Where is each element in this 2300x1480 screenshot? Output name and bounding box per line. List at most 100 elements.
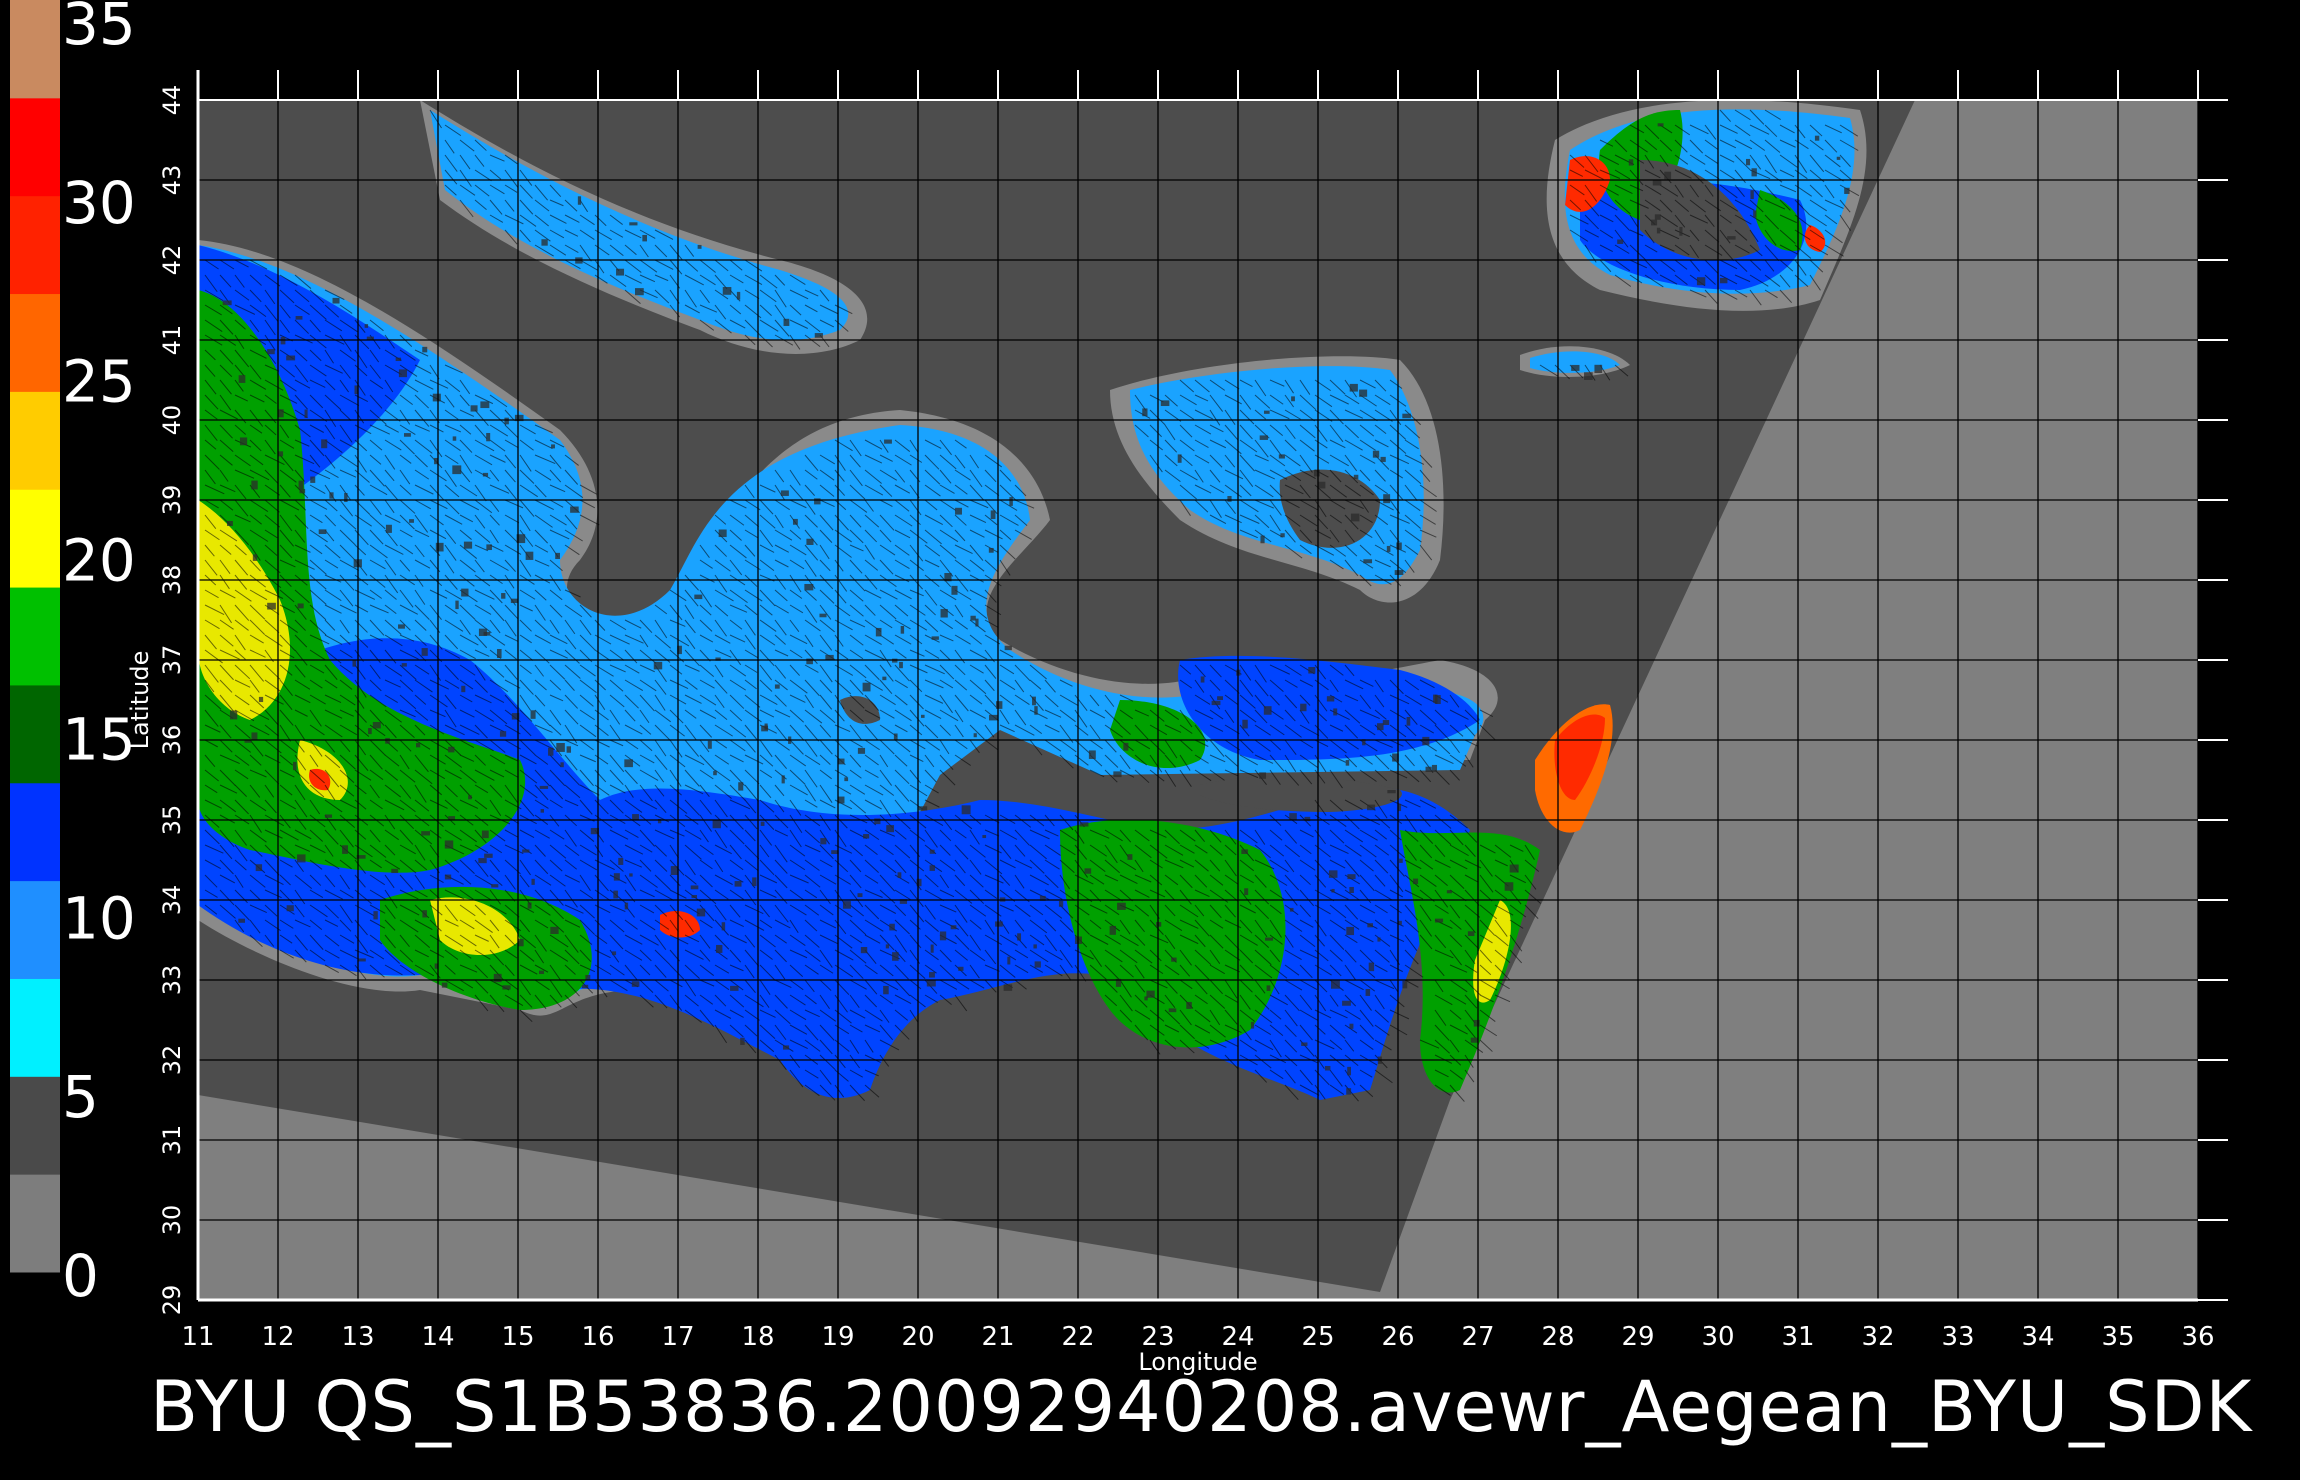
flagged-pixel [366, 336, 374, 340]
flagged-pixel [760, 821, 765, 826]
flagged-pixel [624, 902, 629, 910]
flagged-pixel [1434, 918, 1444, 923]
flagged-pixel [461, 588, 469, 597]
flagged-pixel [1368, 962, 1375, 972]
flagged-pixel [468, 795, 472, 800]
flagged-pixel [1363, 559, 1373, 564]
flagged-pixel [1751, 168, 1757, 177]
flagged-pixel [541, 239, 548, 246]
flagged-pixel [1504, 882, 1514, 891]
flagged-pixel [1413, 878, 1419, 885]
flagged-pixel [1727, 236, 1736, 240]
flagged-pixel [455, 600, 459, 610]
longitude-tick-label: 21 [981, 1322, 1014, 1352]
flagged-pixel [642, 234, 648, 242]
flagged-pixel [1346, 1088, 1352, 1095]
flagged-pixel [344, 493, 348, 503]
flagged-pixel [690, 885, 699, 890]
flagged-pixel [432, 393, 441, 402]
flagged-pixel [792, 518, 798, 525]
flagged-pixel [1345, 760, 1350, 766]
flagged-pixel [517, 938, 524, 947]
longitude-tick-label: 33 [1941, 1322, 1974, 1352]
flagged-pixel [1009, 497, 1013, 506]
flagged-pixel [1377, 937, 1381, 942]
flagged-pixel [1584, 372, 1593, 380]
flagged-pixel [1394, 570, 1404, 575]
flagged-pixel [1696, 277, 1706, 286]
flagged-pixel [631, 981, 640, 987]
latitude-tick-label: 37 [158, 645, 186, 676]
flagged-pixel [1467, 931, 1475, 937]
longitude-tick-label: 20 [901, 1322, 934, 1352]
flagged-pixel [1331, 980, 1340, 989]
flagged-pixel [670, 866, 678, 875]
flagged-pixel [618, 857, 624, 865]
colorbar-band [10, 684, 60, 784]
flagged-pixel [1350, 513, 1360, 522]
flagged-pixel [577, 196, 582, 205]
flagged-pixel [958, 966, 964, 971]
flagged-pixel [525, 551, 534, 560]
latitude-tick-labels: 29 30 31 32 33 34 35 36 37 38 39 40 41 42 43 44 [158, 85, 186, 1316]
flagged-pixel [844, 777, 849, 782]
flagged-pixel [884, 439, 892, 444]
flagged-pixel [461, 685, 466, 693]
flagged-pixel [1244, 888, 1249, 896]
flagged-pixel [434, 457, 438, 465]
flagged-pixel [712, 819, 721, 829]
flagged-pixel [1142, 408, 1148, 417]
colorbar-tick-label: 30 [62, 169, 136, 237]
flagged-pixel [297, 603, 304, 609]
flagged-pixel [988, 547, 994, 553]
flagged-pixel [1753, 210, 1757, 218]
flagged-pixel [1186, 1001, 1192, 1009]
flagged-pixel [1346, 926, 1355, 936]
longitude-tick-label: 19 [821, 1322, 854, 1352]
flagged-pixel [819, 613, 827, 618]
flagged-pixel [990, 510, 996, 520]
flagged-pixel [585, 974, 591, 980]
flagged-pixel [1109, 925, 1116, 935]
flagged-pixel [950, 925, 957, 930]
flagged-pixel [1326, 696, 1335, 702]
flagged-pixel [1380, 456, 1386, 462]
longitude-tick-label: 26 [1381, 1322, 1414, 1352]
flagged-pixel [1007, 956, 1011, 965]
flagged-pixel [401, 663, 407, 667]
wind-map-plot [198, 100, 2198, 1300]
flagged-pixel [921, 714, 925, 718]
flagged-pixel [1263, 706, 1272, 715]
flagged-pixel [1200, 676, 1205, 683]
flagged-pixel [1422, 736, 1430, 746]
flagged-pixel [613, 890, 618, 899]
flagged-pixel [862, 682, 871, 692]
flagged-pixel [764, 723, 768, 730]
flagged-pixel [1594, 364, 1603, 373]
longitude-tick-label: 15 [501, 1322, 534, 1352]
flagged-pixel [951, 585, 958, 595]
flagged-pixel [435, 542, 444, 552]
flagged-pixel [1406, 717, 1411, 726]
flagged-pixel [486, 432, 491, 442]
flagged-pixel [616, 268, 625, 276]
flagged-pixel [857, 747, 866, 754]
flagged-pixel [783, 318, 790, 326]
longitude-tick-label: 16 [581, 1322, 614, 1352]
flagged-pixel [883, 985, 889, 995]
colorbar-band [10, 0, 60, 99]
longitude-tick-label: 18 [741, 1322, 774, 1352]
flagged-pixel [551, 444, 555, 449]
flagged-pixel [1651, 219, 1658, 226]
flagged-pixel [1259, 435, 1268, 440]
flagged-pixel [806, 538, 814, 545]
latitude-tick-label: 33 [158, 965, 186, 996]
flagged-pixel [1177, 454, 1182, 463]
flagged-pixel [1264, 410, 1270, 414]
flagged-pixel [970, 615, 976, 621]
flagged-pixel [1349, 886, 1354, 893]
flagged-pixel [1347, 1066, 1351, 1076]
flagged-pixel [1017, 933, 1022, 941]
flagged-pixel [1750, 190, 1754, 199]
flagged-pixel [982, 835, 987, 839]
